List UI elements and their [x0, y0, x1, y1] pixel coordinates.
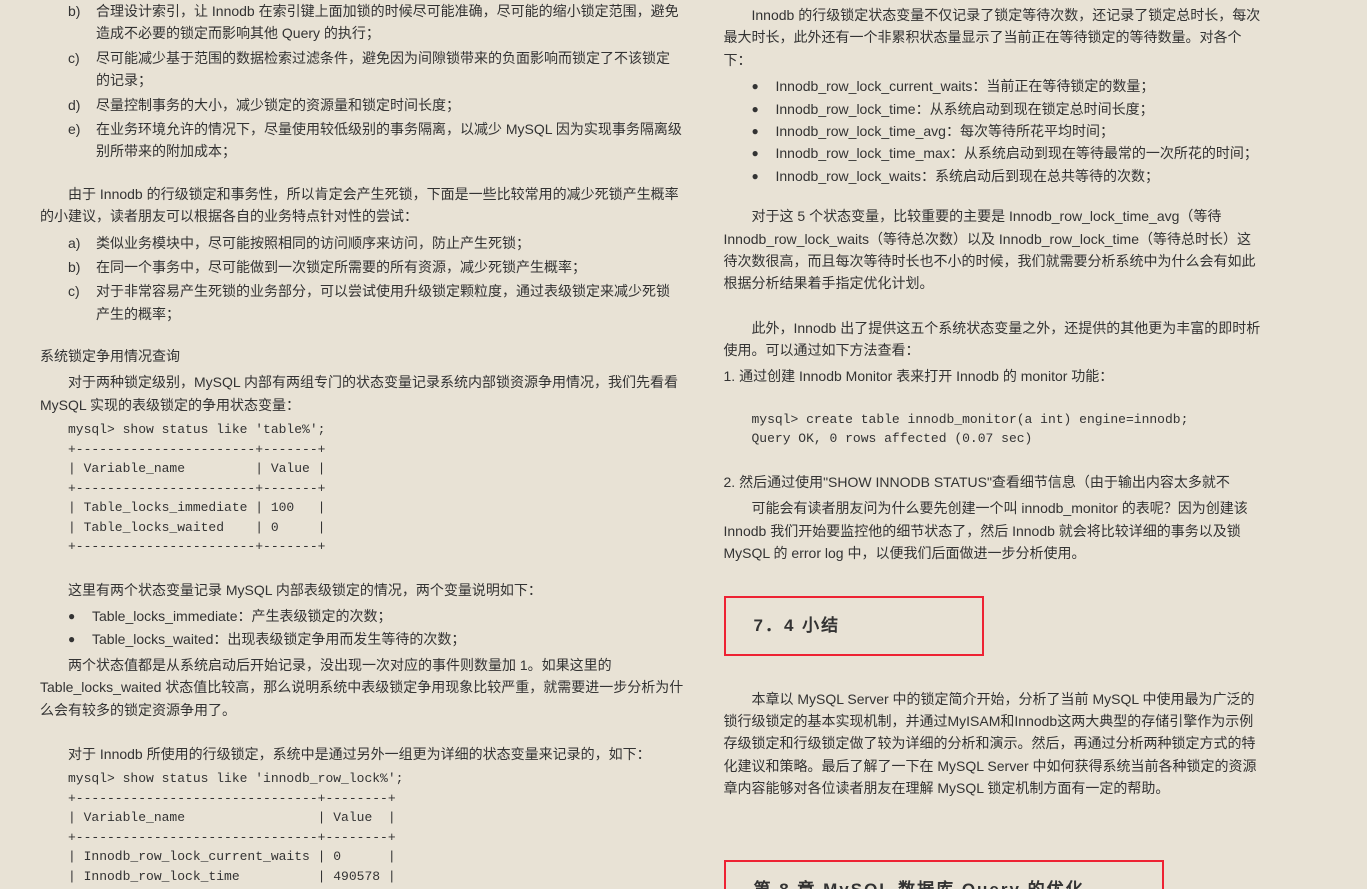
list-text: Innodb_row_lock_waits：系统启动后到现在总共等待的次数；	[776, 165, 1160, 187]
bullet-icon: ●	[68, 628, 92, 650]
page-left: b) 合理设计索引，让 Innodb 在索引键上面加锁的时候尽可能准确，尽可能的…	[0, 0, 704, 889]
list-item: c) 尽可能减少基于范围的数据检索过滤条件，避免因为间隙锁带来的负面影响而锁定了…	[68, 47, 684, 92]
list-text: 合理设计索引，让 Innodb 在索引键上面加锁的时候尽可能准确，尽可能的缩小锁…	[96, 0, 684, 45]
list-text: Innodb_row_lock_time_avg：每次等待所花平均时间；	[776, 120, 1114, 142]
list-text: Table_locks_immediate：产生表级锁定的次数；	[92, 605, 392, 627]
bullet-icon: ●	[752, 120, 776, 142]
list-text: 尽量控制事务的大小，减少锁定的资源量和锁定时间长度；	[96, 94, 684, 116]
list-item: c) 对于非常容易产生死锁的业务部分，可以尝试使用升级锁定颗粒度，通过表级锁定来…	[68, 280, 684, 325]
bullet-icon: ●	[752, 165, 776, 187]
section-7-4-title: 7．4 小结	[754, 616, 841, 635]
innodb-intro: 对于 Innodb 所使用的行级锁定，系统中是通过另外一组更为详细的状态变量来记…	[40, 743, 684, 765]
step-1: 1. 通过创建 Innodb Monitor 表来打开 Innodb 的 mon…	[724, 365, 1264, 387]
list-text: 在业务环境允许的情况下，尽量使用较低级别的事务隔离，以减少 MySQL 因为实现…	[96, 118, 684, 163]
list-item: ● Innodb_row_lock_waits：系统启动后到现在总共等待的次数；	[752, 165, 1264, 187]
list-text: Innodb_row_lock_current_waits：当前正在等待锁定的数…	[776, 75, 1155, 97]
ordered-list-b: b) 合理设计索引，让 Innodb 在索引键上面加锁的时候尽可能准确，尽可能的…	[68, 0, 684, 163]
list-item: a) 类似业务模块中，尽可能按照相同的访问顺序来访问，防止产生死锁；	[68, 232, 684, 254]
five-vars-para: 对于这 5 个状态变量，比较重要的主要是 Innodb_row_lock_tim…	[724, 205, 1264, 295]
create-sql-block: mysql> create table innodb_monitor(a int…	[752, 410, 1264, 449]
section-8-box: 第 8 章 MySQL 数据库 Query 的优化	[724, 860, 1164, 889]
page-right: Innodb 的行级锁定状态变量不仅记录了锁定等待次数，还记录了锁定总时长，每次…	[704, 0, 1367, 889]
list-text: 在同一个事务中，尽可能做到一次锁定所需要的所有资源，减少死锁产生概率；	[96, 256, 684, 278]
list-marker: e)	[68, 118, 96, 163]
two-vars-intro: 这里有两个状态变量记录 MySQL 内部表级锁定的情况，两个变量说明如下：	[40, 579, 684, 601]
list-item: b) 合理设计索引，让 Innodb 在索引键上面加锁的时候尽可能准确，尽可能的…	[68, 0, 684, 45]
list-text: Innodb_row_lock_time_max：从系统启动到现在等待最常的一次…	[776, 142, 1258, 164]
list-marker: b)	[68, 0, 96, 45]
bullet-icon: ●	[752, 142, 776, 164]
list-marker: d)	[68, 94, 96, 116]
list-item: d) 尽量控制事务的大小，减少锁定的资源量和锁定时间长度；	[68, 94, 684, 116]
deadlock-intro: 由于 Innodb 的行级锁定和事务性，所以肯定会产生死锁，下面是一些比较常用的…	[40, 183, 684, 228]
table-status-block: mysql> show status like 'table%'; +-----…	[68, 420, 684, 557]
list-text: 尽可能减少基于范围的数据检索过滤条件，避免因为间隙锁带来的负面影响而锁定了不该锁…	[96, 47, 684, 92]
status-bullet-list: ● Innodb_row_lock_current_waits：当前正在等待锁定…	[752, 75, 1264, 187]
deadlock-list: a) 类似业务模块中，尽可能按照相同的访问顺序来访问，防止产生死锁； b) 在同…	[68, 232, 684, 326]
section-8-title: 第 8 章 MySQL 数据库 Query 的优化	[754, 880, 1085, 889]
list-marker: a)	[68, 232, 96, 254]
list-item: ● Table_locks_immediate：产生表级锁定的次数；	[68, 605, 684, 627]
section-7-4-box: 7．4 小结	[724, 596, 984, 655]
bullet-icon: ●	[68, 605, 92, 627]
sys-lock-intro: 对于两种锁定级别，MySQL 内部有两组专门的状态变量记录系统内部锁资源争用情况…	[40, 371, 684, 416]
top-paragraph: Innodb 的行级锁定状态变量不仅记录了锁定等待次数，还记录了锁定总时长，每次…	[724, 4, 1264, 71]
list-text: Table_locks_waited：出现表级锁定争用而发生等待的次数；	[92, 628, 465, 650]
summary-para: 本章以 MySQL Server 中的锁定简介开始，分析了当前 MySQL 中使…	[724, 688, 1264, 800]
innodb-status-block: mysql> show status like 'innodb_row_lock…	[68, 769, 684, 889]
list-item: ● Table_locks_waited：出现表级锁定争用而发生等待的次数；	[68, 628, 684, 650]
list-item: e) 在业务环境允许的情况下，尽量使用较低级别的事务隔离，以减少 MySQL 因…	[68, 118, 684, 163]
bullet-icon: ●	[752, 75, 776, 97]
list-item: ● Innodb_row_lock_current_waits：当前正在等待锁定…	[752, 75, 1264, 97]
list-marker: c)	[68, 47, 96, 92]
list-item: ● Innodb_row_lock_time_avg：每次等待所花平均时间；	[752, 120, 1264, 142]
list-text: Innodb_row_lock_time：从系统启动到现在锁定总时间长度；	[776, 98, 1154, 120]
list-item: ● Innodb_row_lock_time_max：从系统启动到现在等待最常的…	[752, 142, 1264, 164]
two-vars-after: 两个状态值都是从系统启动后开始记录，没出现一次对应的事件则数量加 1。如果这里的…	[40, 654, 684, 721]
monitor-why: 可能会有读者朋友问为什么要先创建一个叫 innodb_monitor 的表呢？因…	[724, 497, 1264, 564]
bullet-icon: ●	[752, 98, 776, 120]
step-2: 2. 然后通过使用"SHOW INNODB STATUS"查看细节信息（由于输出…	[724, 471, 1264, 493]
more-intro: 此外，Innodb 出了提供这五个系统状态变量之外，还提供的其他更为丰富的即时析…	[724, 317, 1264, 362]
list-text: 对于非常容易产生死锁的业务部分，可以尝试使用升级锁定颗粒度，通过表级锁定来减少死…	[96, 280, 684, 325]
list-marker: c)	[68, 280, 96, 325]
list-item: ● Innodb_row_lock_time：从系统启动到现在锁定总时间长度；	[752, 98, 1264, 120]
list-marker: b)	[68, 256, 96, 278]
list-text: 类似业务模块中，尽可能按照相同的访问顺序来访问，防止产生死锁；	[96, 232, 684, 254]
list-item: b) 在同一个事务中，尽可能做到一次锁定所需要的所有资源，减少死锁产生概率；	[68, 256, 684, 278]
sys-lock-header: 系统锁定争用情况查询	[40, 345, 684, 367]
